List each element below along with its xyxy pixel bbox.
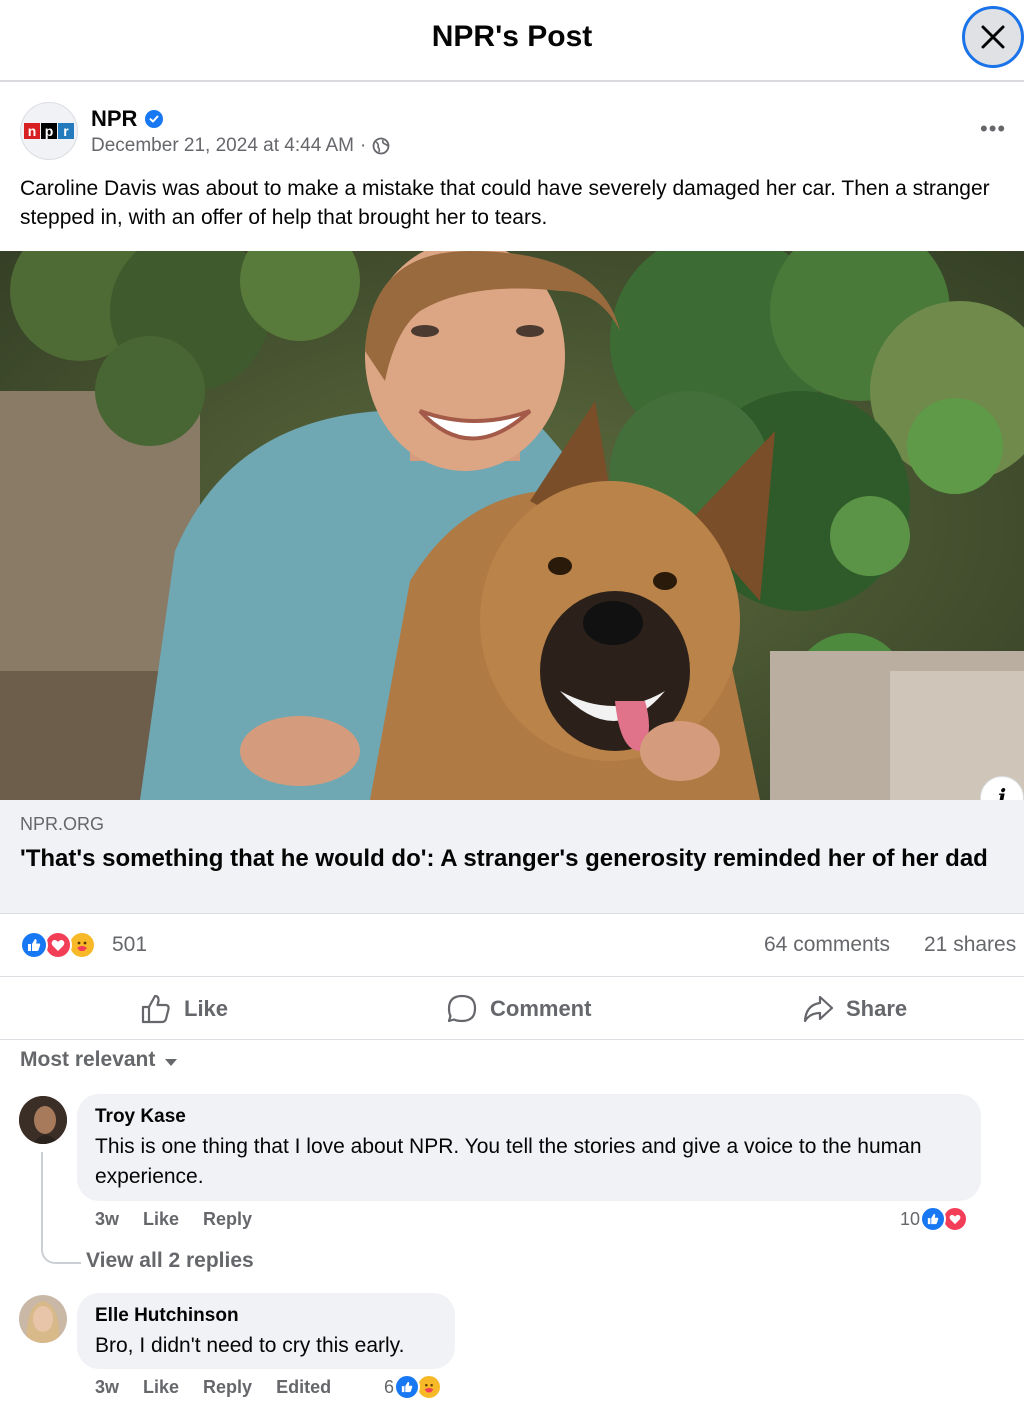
close-icon (981, 25, 1005, 49)
sort-label: Most relevant (20, 1048, 156, 1071)
like-label: Like (184, 996, 229, 1021)
logo-letter-r: r (58, 123, 74, 139)
avatar[interactable] (19, 1295, 67, 1343)
logo-letter-n: n (24, 123, 40, 139)
like-reaction-icon (920, 1206, 947, 1232)
comment-text: Bro, I didn't need to cry this early. (95, 1334, 405, 1357)
comment-button[interactable]: Comment (446, 993, 591, 1025)
comment-author[interactable]: Elle Hutchinson (95, 1305, 437, 1327)
comment-time[interactable]: 3w (95, 1209, 119, 1230)
shares-count[interactable]: 21 shares (924, 933, 1016, 957)
reaction-icons[interactable] (20, 931, 110, 961)
link-preview-card[interactable]: NPR.ORG 'That's something that he would … (0, 800, 1024, 914)
page-name-label: NPR (91, 106, 138, 131)
comment-reactions[interactable]: 6 (384, 1374, 443, 1400)
post-meta: December 21, 2024 at 4:44 AM · (91, 135, 390, 157)
post-photo[interactable] (0, 251, 1024, 800)
post-header: n p r NPR December 21, 2024 at 4:44 AM ·… (20, 102, 1010, 164)
link-domain: NPR.ORG (20, 814, 105, 834)
post-actions: Like Comment Share (0, 978, 1024, 1040)
comment-reactions[interactable]: 10 (900, 1206, 969, 1232)
comment-time[interactable]: 3w (95, 1377, 119, 1398)
comment-meta: 3w Like Reply (95, 1209, 252, 1230)
more-options-icon[interactable]: ••• (980, 116, 1006, 142)
comment-author[interactable]: Troy Kase (95, 1106, 963, 1128)
comment-reply-button[interactable]: Reply (203, 1209, 252, 1230)
comments-count[interactable]: 64 comments (764, 933, 890, 957)
like-reaction-icon (394, 1374, 421, 1400)
globe-icon (372, 137, 390, 155)
comment-label: Comment (490, 996, 592, 1021)
thumbs-up-icon (141, 994, 170, 1024)
reaction-count[interactable]: 501 (112, 933, 147, 957)
comment-reaction-count: 10 (900, 1208, 921, 1229)
comment-sort-dropdown[interactable]: Most relevant (20, 1048, 178, 1072)
share-button[interactable]: Share (802, 993, 907, 1025)
share-arrow-icon (803, 995, 834, 1023)
npr-logo: n p r (24, 123, 74, 139)
page-avatar[interactable]: n p r (20, 102, 78, 160)
post-text: Caroline Davis was about to make a mista… (20, 177, 990, 229)
comment-bubble: Elle Hutchinson Bro, I didn't need to cr… (77, 1293, 455, 1369)
avatar[interactable] (19, 1096, 67, 1144)
photo-woman-with-dog (0, 251, 1024, 800)
like-reaction-icon (20, 931, 48, 959)
chevron-down-icon (165, 1058, 178, 1066)
comment-bubble: Troy Kase This is one thing that I love … (77, 1094, 981, 1201)
comment-reaction-count: 6 (384, 1376, 395, 1397)
comment-reply-button[interactable]: Reply (203, 1377, 252, 1398)
engagement-summary: 501 64 comments 21 shares (0, 915, 1024, 977)
love-reaction-icon (44, 931, 72, 959)
like-button[interactable]: Like (140, 993, 228, 1025)
comment-edited-label[interactable]: Edited (276, 1377, 331, 1398)
post-dialog-header: NPR's Post (0, 0, 1024, 82)
verified-badge-icon (145, 110, 164, 128)
page-name[interactable]: NPR (91, 106, 164, 132)
logo-letter-p: p (41, 123, 57, 139)
care-reaction-icon (68, 931, 96, 959)
view-replies-link[interactable]: View all 2 replies (86, 1249, 254, 1273)
link-title: 'That's something that he would do': A s… (20, 845, 988, 872)
comment-text: This is one thing that I love about NPR.… (95, 1135, 922, 1188)
comment-like-button[interactable]: Like (143, 1209, 179, 1230)
post-timestamp[interactable]: December 21, 2024 at 4:44 AM (91, 135, 354, 157)
meta-separator: · (360, 135, 367, 156)
close-button[interactable] (962, 6, 1024, 68)
comment-meta: 3w Like Reply Edited (95, 1377, 331, 1398)
share-label: Share (846, 996, 908, 1021)
comment-bubble-icon (447, 994, 477, 1023)
comment-like-button[interactable]: Like (143, 1377, 179, 1398)
thread-connector (41, 1152, 81, 1264)
dialog-title: NPR's Post (431, 20, 593, 53)
